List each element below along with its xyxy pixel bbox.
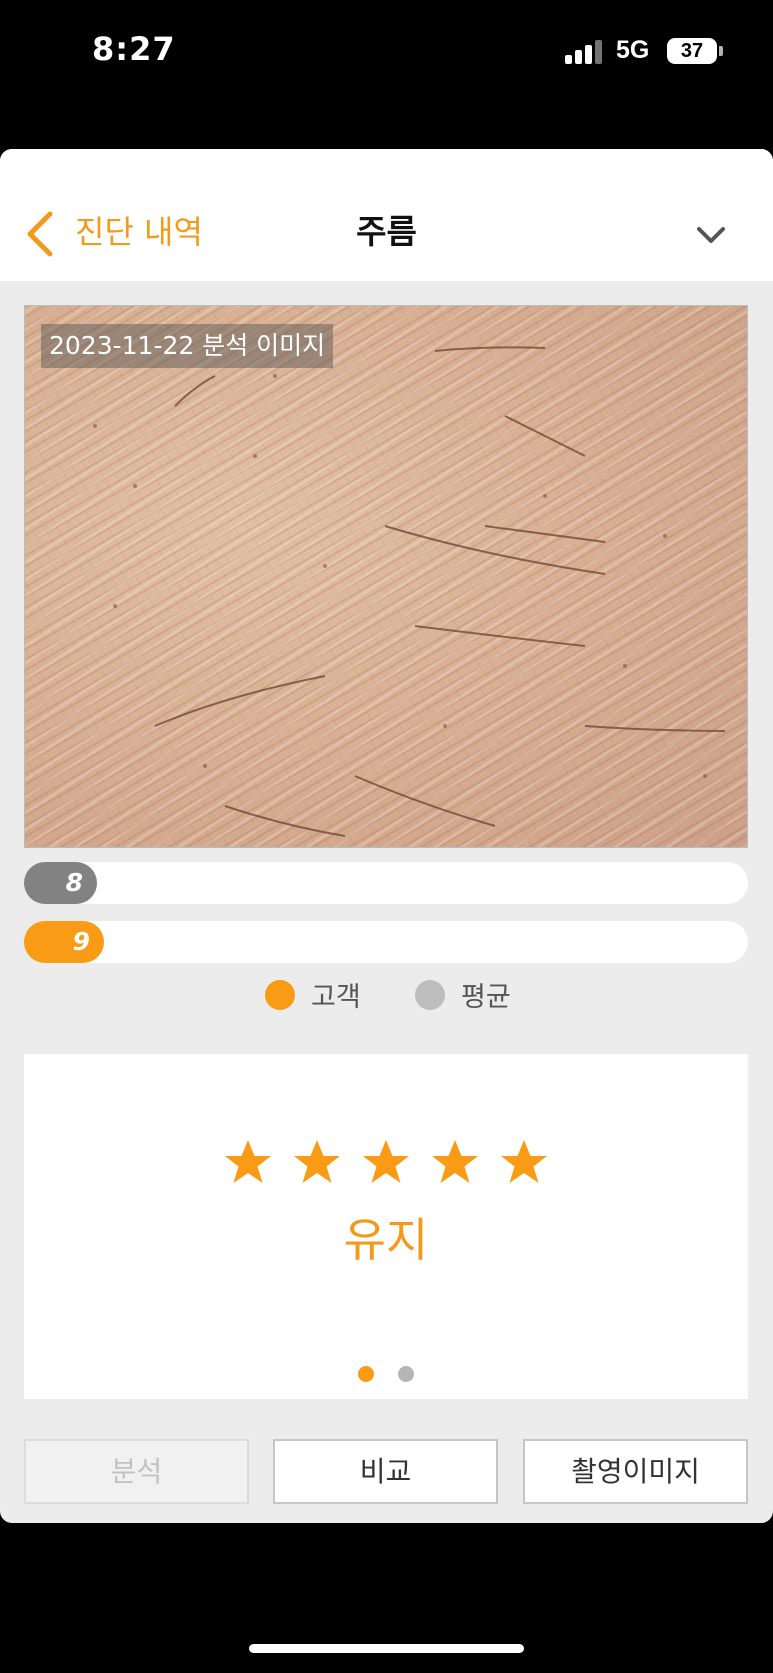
skin-hair-texture (93, 346, 726, 837)
skin-analysis-image: 2023-11-22 분석 이미지 (24, 305, 748, 848)
grade-label: 유지 (343, 1213, 429, 1267)
home-indicator[interactable] (249, 1644, 524, 1653)
rating-card[interactable]: 유지 (24, 1054, 748, 1399)
page-dot[interactable] (397, 1366, 414, 1382)
average-score-fill: 8 (24, 862, 97, 904)
status-bar: 8:27 5G 37 (0, 0, 773, 100)
status-time: 8:27 (92, 30, 176, 68)
signal-icon (565, 40, 605, 64)
star-rating (24, 1137, 748, 1193)
chart-legend: 고객 평균 (0, 969, 773, 1019)
diagnosis-sheet: 진단 내역 주름 2023-11-22 분석 이미지 8 9 고객 평균 유지 … (0, 149, 773, 1523)
legend-customer-label: 고객 (311, 982, 361, 1013)
page-title: 주름 (356, 212, 417, 251)
legend-average-label: 평균 (461, 982, 511, 1013)
page-dot-active[interactable] (358, 1366, 375, 1382)
customer-score-bar: 9 (24, 921, 748, 963)
compare-button[interactable]: 비교 (273, 1439, 498, 1504)
legend-average-dot (415, 980, 445, 1010)
legend-customer-dot (265, 980, 295, 1010)
analysis-button[interactable]: 분석 (24, 1439, 249, 1504)
battery-icon: 37 (667, 38, 717, 64)
page-indicator[interactable] (24, 1366, 748, 1386)
customer-score-fill: 9 (24, 921, 104, 963)
star-icon (363, 1140, 409, 1183)
star-icon (224, 1140, 271, 1183)
battery-cap (719, 46, 723, 56)
navigation-bar: 진단 내역 주름 (0, 149, 773, 281)
star-icon (432, 1140, 479, 1183)
chevron-down-icon[interactable] (694, 221, 728, 249)
star-icon (501, 1140, 548, 1183)
image-date-caption: 2023-11-22 분석 이미지 (41, 324, 334, 368)
captured-image-button[interactable]: 촬영이미지 (523, 1439, 748, 1504)
star-icon (293, 1140, 340, 1183)
network-type: 5G (616, 36, 650, 64)
average-score-bar: 8 (24, 862, 748, 904)
